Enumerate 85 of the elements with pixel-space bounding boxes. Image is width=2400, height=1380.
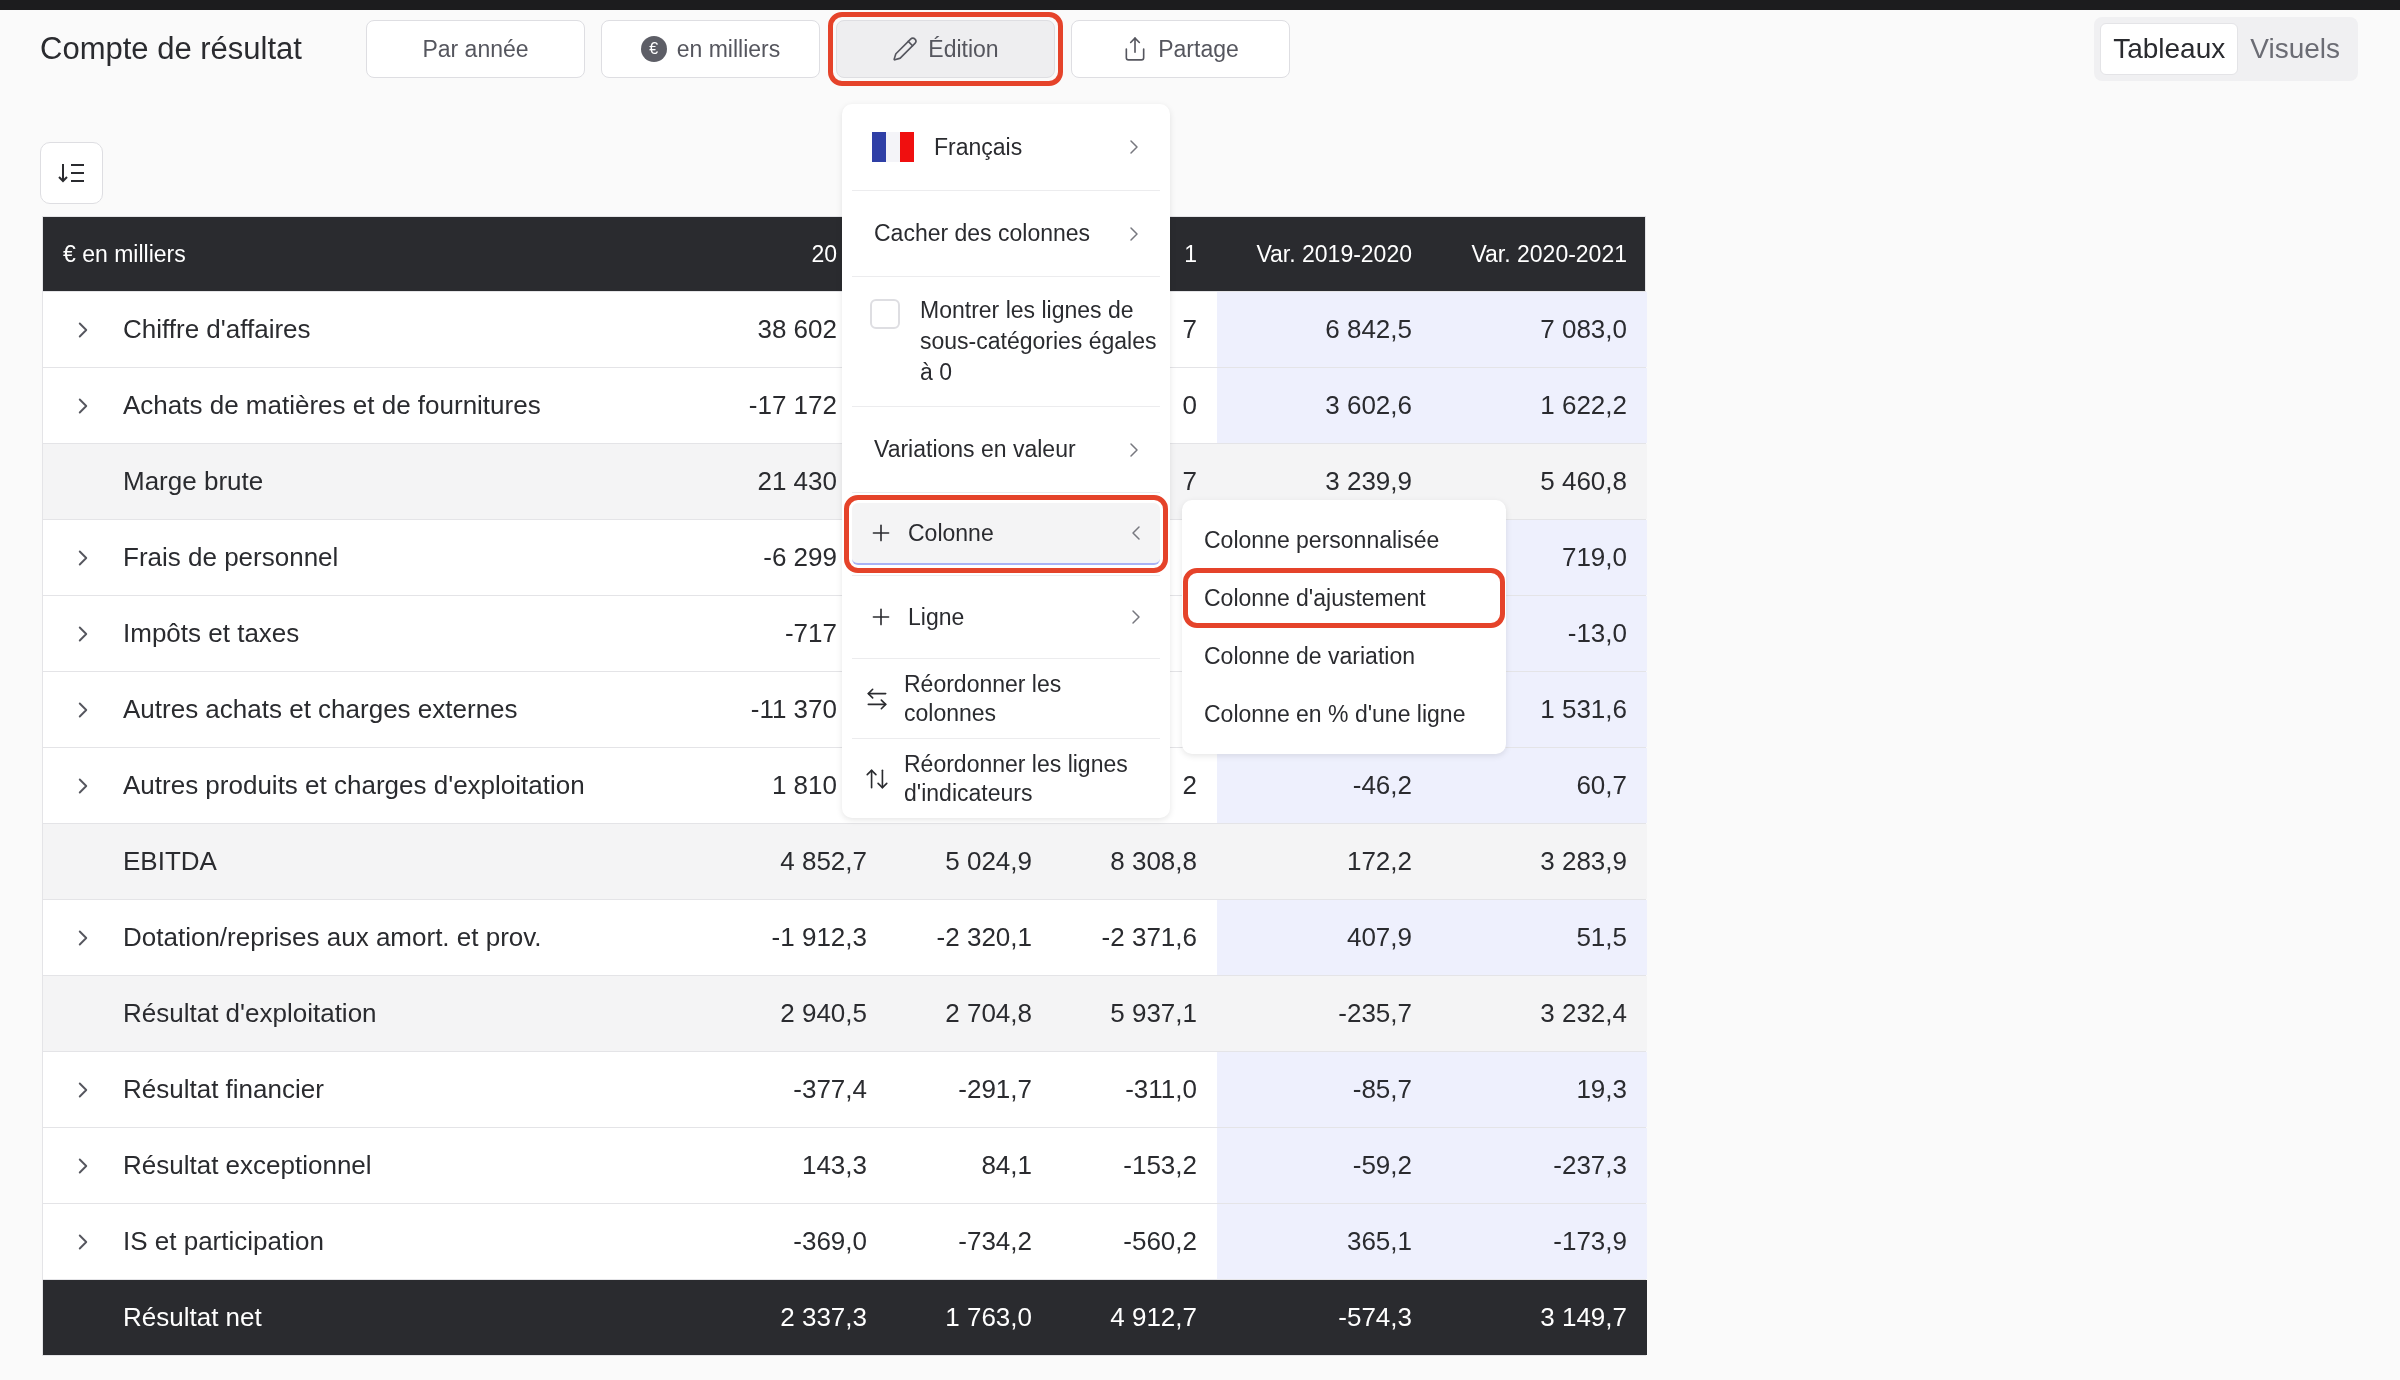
table-cell-text: 84,1 [981, 1149, 1032, 1182]
column-header: Var. 2019-2020 [1256, 240, 1412, 267]
flag-icon [872, 132, 914, 162]
table-cell-text: -311,0 [1125, 1073, 1197, 1106]
column-header: € en milliers [63, 240, 186, 267]
pencil-icon [892, 36, 919, 62]
menu-item[interactable]: Variations en valeur [852, 406, 1160, 492]
row-label: Frais de personnel [123, 541, 339, 574]
row-label: Marge brute [123, 465, 264, 498]
table-cell: 7 083,0 [1432, 292, 1647, 367]
table-cell: 365,1 [1217, 1204, 1432, 1279]
checkbox[interactable] [870, 299, 900, 329]
row-label: Impôts et taxes [123, 617, 300, 650]
table-cell-text: 2 337,3 [780, 1301, 867, 1334]
table-cell-text: -11 370 [750, 693, 837, 726]
table-cell: 6 842,5 [1217, 292, 1432, 367]
column-header: 1 [1184, 240, 1197, 267]
table-cell-text: 2 940,5 [780, 997, 867, 1030]
table-cell-text: 5 937,1 [1110, 997, 1197, 1030]
toolbar-button[interactable]: Partage [1071, 20, 1290, 78]
table-cell: -85,7 [1217, 1052, 1432, 1127]
table-cell-text: 21 430 [757, 465, 837, 498]
column-header: 20 [811, 240, 837, 267]
table-cell: 407,9 [1217, 900, 1432, 975]
row-label: Résultat d'exploitation [123, 997, 377, 1030]
menu-item[interactable]: Cacher des colonnes [852, 190, 1160, 276]
table-cell-text: 2 704,8 [945, 997, 1032, 1030]
table-cell-text: -377,4 [793, 1073, 867, 1106]
row-label: Résultat net [123, 1301, 262, 1334]
sort-button[interactable] [40, 142, 103, 204]
view-tab[interactable]: Visuels [2238, 23, 2352, 75]
table-cell-text: -153,2 [1123, 1149, 1197, 1182]
table-cell-text: -369,0 [793, 1225, 867, 1258]
menu-item[interactable]: Réordonner les lignes d'indicateurs [852, 738, 1160, 818]
table-cell-text: 143,3 [801, 1149, 867, 1182]
table-cell: -59,2 [1217, 1128, 1432, 1203]
row-label: Résultat exceptionnel [123, 1149, 372, 1182]
checkbox-label: Montrer les lignes de sous-catégories égales à 0 [920, 296, 1158, 387]
table-cell: 19,3 [1432, 1052, 1647, 1127]
table-cell: -173,9 [1432, 1204, 1647, 1279]
table-cell-text: 2 [1182, 769, 1197, 802]
table-cell-text: 8 308,8 [1110, 845, 1197, 878]
menu-item[interactable]: Ligne [852, 586, 1160, 648]
row-label: EBITDA [123, 845, 217, 878]
table-cell-text: 4 852,7 [780, 845, 867, 878]
table-cell-text: 7 [1182, 465, 1197, 498]
view-tab[interactable]: Tableaux [2100, 23, 2239, 75]
euro-icon: € [640, 36, 667, 62]
table-cell: 51,5 [1432, 900, 1647, 975]
table-cell: 1 622,2 [1432, 368, 1647, 443]
menu-item[interactable]: Colonne [852, 503, 1160, 565]
table-cell-text: 38 602 [757, 313, 837, 346]
table-cell-text: -291,7 [958, 1073, 1032, 1106]
row-label: Dotation/reprises aux amort. et prov. [123, 921, 542, 954]
row-label: Autres achats et charges externes [123, 693, 518, 726]
toolbar-button[interactable]: € en milliers [601, 20, 820, 78]
menu-item[interactable]: Réordonner les colonnes [852, 658, 1160, 738]
table-cell-text: -1 912,3 [771, 921, 867, 954]
table-cell-text: 1 810 [771, 769, 837, 802]
table-cell: -237,3 [1432, 1128, 1647, 1203]
toolbar-button[interactable]: Par année [366, 20, 585, 78]
table-cell-text: -6 299 [763, 541, 837, 574]
row-label: Achats de matières et de fournitures [123, 389, 541, 422]
table-cell: 60,7 [1432, 748, 1647, 823]
page-title: Compte de résultat [40, 29, 303, 68]
row-label: Résultat financier [123, 1073, 324, 1106]
table-cell-text: -17 172 [748, 389, 837, 422]
table-cell-text: 4 912,7 [1110, 1301, 1197, 1334]
row-label: Autres produits et charges d'exploitation [123, 769, 585, 802]
table-cell: 3 602,6 [1217, 368, 1432, 443]
table-cell-text: -2 371,6 [1101, 921, 1197, 954]
table-cell-text: -717 [784, 617, 837, 650]
table-cell-text: 1 763,0 [945, 1301, 1032, 1334]
table-cell-text: 7 [1182, 313, 1197, 346]
row-label: Chiffre d'affaires [123, 313, 311, 346]
column-header: Var. 2020-2021 [1471, 240, 1627, 267]
table-cell-text: -560,2 [1123, 1225, 1197, 1258]
menu-item[interactable]: Français [852, 104, 1160, 190]
table-cell-text: 5 024,9 [945, 845, 1032, 878]
table-cell-text: 0 [1182, 389, 1197, 422]
toolbar-button[interactable]: Édition [836, 20, 1055, 78]
table-cell-text: -734,2 [958, 1225, 1032, 1258]
sort-icon [57, 162, 86, 184]
table-cell-text: -2 320,1 [936, 921, 1032, 954]
row-label: IS et participation [123, 1225, 324, 1258]
